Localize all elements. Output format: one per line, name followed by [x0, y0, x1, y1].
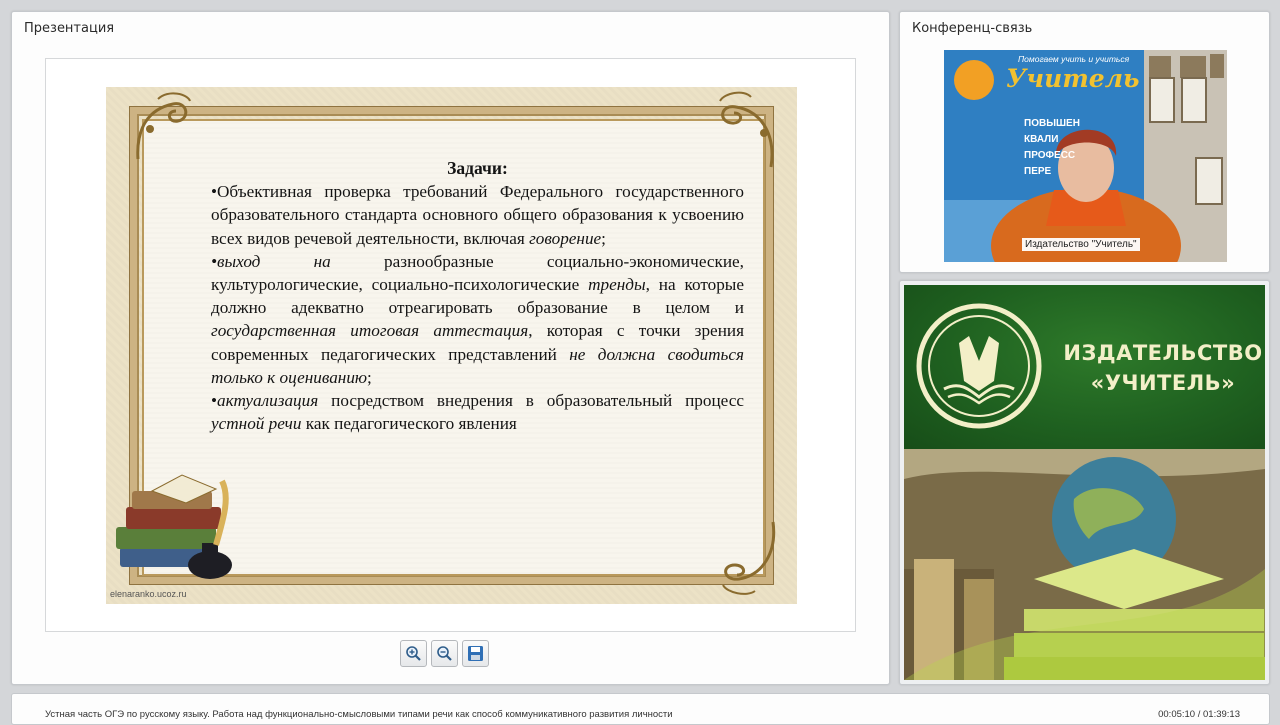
zoom-in-button[interactable]	[400, 640, 427, 667]
ornament-bottom-right-icon	[722, 521, 776, 595]
slide-text-run: посредством внедрения в образовательный …	[318, 391, 744, 411]
banner-line-4: ПЕРЕ	[1024, 166, 1052, 177]
slide-credit: elenaranko.ucoz.ru	[110, 589, 187, 599]
banner-line-3: ПРОФЕСС	[1024, 150, 1076, 161]
webinar-title: Устная часть ОГЭ по русскому языку. Рабо…	[45, 709, 673, 720]
slide-text-italic: актуализация	[217, 391, 319, 411]
slide-text-italic: тренды	[588, 275, 646, 295]
slide-heading: Задачи:	[447, 158, 508, 178]
slide-text-run: •Объективная проверка требований Федерал…	[211, 182, 744, 248]
presentation-panel: Презентация Задачи: •Объективная проверк…	[11, 11, 890, 685]
slide-paragraph-1: •Объективная проверка требований Федерал…	[211, 180, 744, 250]
promo-banner: ИЗДАТЕЛЬСТВО «УЧИТЕЛЬ»	[904, 285, 1265, 449]
webcam-video[interactable]: Помогаем учить и учиться Учитель ПОВЫШЕН…	[944, 50, 1227, 262]
ornament-top-left-icon	[136, 92, 191, 160]
banner-slogan: Помогаем учить и учиться	[1018, 54, 1130, 64]
banner-line-2: КВАЛИ	[1024, 134, 1059, 145]
zoom-in-icon	[406, 646, 421, 661]
banner-brand: Учитель	[1006, 64, 1140, 93]
save-button[interactable]	[462, 640, 489, 667]
zoom-out-button[interactable]	[431, 640, 458, 667]
publisher-logo-icon	[916, 303, 1042, 429]
promo-title-line-2: «УЧИТЕЛЬ»	[1090, 371, 1236, 395]
promo-panel: ИЗДАТЕЛЬСТВО «УЧИТЕЛЬ»	[899, 280, 1270, 685]
promo-books-image	[904, 449, 1265, 680]
slide-text: Задачи: •Объективная проверка требований…	[211, 157, 744, 435]
promo-title-line-1: ИЗДАТЕЛЬСТВО	[1063, 341, 1263, 365]
save-icon	[468, 646, 483, 661]
presentation-slide: Задачи: •Объективная проверка требований…	[106, 87, 797, 604]
zoom-out-icon	[437, 646, 452, 661]
banner-lines: ПОВЫШЕН КВАЛИ ПРОФЕСС ПЕРЕ	[1024, 116, 1080, 180]
slide-paragraph-3: •актуализация посредством внедрения в об…	[211, 389, 744, 435]
slide-text-italic: устной речи	[211, 414, 302, 434]
books-globe-illustration	[904, 449, 1265, 680]
playback-time: 00:05:10 / 01:39:13	[1158, 709, 1240, 720]
slide-text-italic: государственная итоговая аттестация	[211, 321, 529, 341]
slide-paragraph-2: •выход на разнообразные социально-эконом…	[211, 250, 744, 389]
presentation-toolbar	[400, 640, 489, 667]
conference-panel-title: Конференц-связь	[912, 21, 1033, 36]
player-footer: Устная часть ОГЭ по русскому языку. Рабо…	[11, 693, 1270, 725]
slide-text-run: ;	[367, 367, 372, 387]
books-inkwell-icon	[116, 474, 232, 579]
conference-panel: Конференц-связь Помогаем учить и учиться…	[899, 11, 1270, 273]
slide-text-italic: •выход на	[211, 251, 331, 271]
banner-line-1: ПОВЫШЕН	[1024, 118, 1080, 129]
slide-text-italic: говорение	[529, 228, 602, 248]
slide-text-run: как педагогического явления	[301, 414, 517, 434]
participant-name-label: Издательство "Учитель"	[1022, 238, 1140, 251]
presentation-panel-title: Презентация	[24, 21, 115, 36]
slide-text-run: ;	[601, 228, 606, 248]
slide-viewport[interactable]: Задачи: •Объективная проверка требований…	[45, 58, 856, 632]
